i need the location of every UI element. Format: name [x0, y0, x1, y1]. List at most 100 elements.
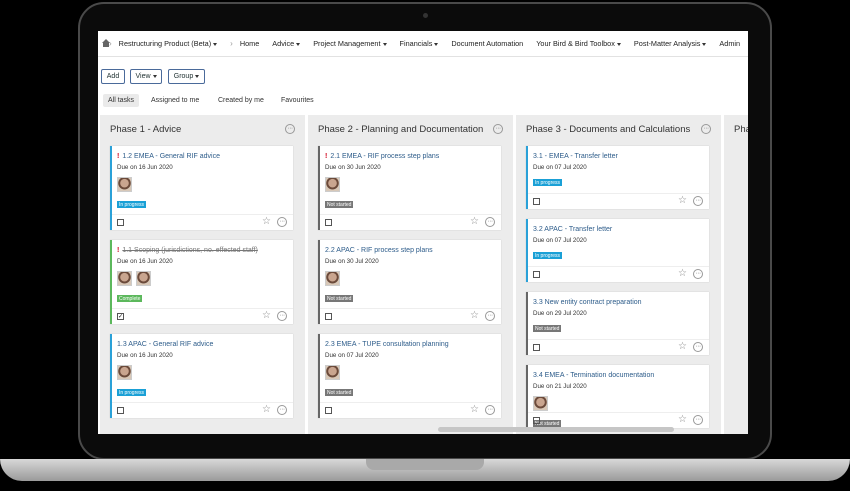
nav-item-advice[interactable]: Advice [272, 39, 301, 48]
column-title: Phase 3 - Documents and Calculations [526, 124, 691, 135]
task-title[interactable]: ! 2.1 EMEA - RIF process step plans [325, 153, 439, 160]
complete-checkbox[interactable] [533, 344, 540, 351]
view-button[interactable]: View [130, 69, 162, 84]
complete-checkbox[interactable] [533, 417, 540, 424]
task-card[interactable]: 3.3 New entity contract preparation Due o… [526, 292, 709, 355]
chevron-down-icon [152, 75, 157, 78]
tab-created-by-me[interactable]: Created by me [213, 94, 269, 107]
task-card[interactable]: ! 1.2 EMEA - General RIF advice Due on 16 … [110, 146, 293, 230]
star-icon[interactable]: ☆ [262, 310, 271, 322]
due-date: Due on 29 Jul 2020 [533, 310, 587, 317]
tab-assigned-to-me[interactable]: Assigned to me [146, 94, 204, 107]
star-icon[interactable]: ☆ [678, 414, 687, 426]
more-options-icon[interactable]: ··· [493, 124, 503, 134]
avatar[interactable] [325, 177, 340, 192]
task-title[interactable]: 3.2 APAC - Transfer letter [533, 226, 612, 233]
task-title-text: 1.2 EMEA - General RIF advice [122, 153, 220, 160]
more-options-icon[interactable]: ··· [693, 342, 703, 352]
avatar[interactable] [325, 271, 340, 286]
tab-favourites[interactable]: Favourites [276, 94, 319, 107]
task-card[interactable]: 3.2 APAC - Transfer letter Due on 07 Jul … [526, 219, 709, 282]
task-card[interactable]: ! 2.1 EMEA - RIF process step plans Due on… [318, 146, 501, 230]
star-icon[interactable]: ☆ [678, 268, 687, 280]
avatar[interactable] [533, 396, 548, 411]
star-icon[interactable]: ☆ [262, 404, 271, 416]
task-title[interactable]: ! 1.1 Scoping (jurisdictions, no. effecte… [117, 247, 258, 254]
task-title[interactable]: 2.2 APAC - RIF process step plans [325, 247, 433, 254]
horizontal-scrollbar[interactable] [438, 427, 674, 432]
star-icon[interactable]: ☆ [678, 341, 687, 353]
task-title[interactable]: 1.3 APAC - General RIF advice [117, 341, 213, 348]
nav-item-label: Project Management [313, 39, 381, 48]
task-title[interactable]: 3.1 - EMEA - Transfer letter [533, 153, 618, 160]
task-title[interactable]: 3.4 EMEA - Termination documentation [533, 372, 654, 379]
breadcrumb-product[interactable]: Restructuring Product (Beta) [119, 39, 218, 48]
task-title-text: 3.2 APAC - Transfer letter [533, 226, 613, 233]
complete-checkbox[interactable] [117, 407, 124, 414]
avatar[interactable] [117, 271, 132, 286]
due-date: Due on 07 Jul 2020 [533, 237, 587, 244]
nav-item-financials[interactable]: Financials [400, 39, 439, 48]
add-button[interactable]: Add [101, 69, 125, 84]
more-options-icon[interactable]: ··· [485, 311, 495, 321]
task-title[interactable]: 3.3 New entity contract preparation [533, 299, 642, 306]
more-options-icon[interactable]: ··· [277, 311, 287, 321]
complete-checkbox[interactable]: ✓ [117, 313, 124, 320]
avatar[interactable] [117, 177, 132, 192]
nav-item-project-management[interactable]: Project Management [313, 39, 387, 48]
task-card[interactable]: 3.4 EMEA - Termination documentation Due … [526, 365, 709, 428]
task-title-text: 1.1 Scoping (jurisdictions, no. effected… [122, 247, 258, 254]
card-footer: ☆ ··· [320, 214, 501, 230]
task-card[interactable]: 2.2 APAC - RIF process step plans Due on … [318, 240, 501, 324]
star-icon[interactable]: ☆ [470, 216, 479, 228]
card-footer: ☆ ··· [112, 402, 293, 418]
chevron-down-icon [213, 42, 218, 46]
status-badge: Not started [533, 325, 562, 332]
more-options-icon[interactable]: ··· [485, 217, 495, 227]
board-column: Phase 1 - Advice ···! 1.2 EMEA - General R… [100, 115, 305, 434]
more-options-icon[interactable]: ··· [693, 415, 703, 425]
nav-item-your-bird-bird-toolbox[interactable]: Your Bird & Bird Toolbox [536, 39, 621, 48]
more-options-icon[interactable]: ··· [285, 124, 295, 134]
avatar[interactable] [117, 365, 132, 380]
complete-checkbox[interactable] [325, 407, 332, 414]
task-title[interactable]: 2.3 EMEA - TUPE consultation planning [325, 341, 449, 348]
avatar[interactable] [136, 271, 151, 286]
assignees [117, 271, 151, 286]
card-footer: ☆ ··· [112, 214, 293, 230]
card-footer: ✓ ☆ ··· [112, 308, 293, 324]
task-card[interactable]: 1.3 APAC - General RIF advice Due on 16 J… [110, 334, 293, 418]
card-footer: ☆ ··· [528, 266, 709, 282]
urgent-icon: ! [117, 153, 120, 160]
complete-checkbox[interactable] [117, 219, 124, 226]
more-options-icon[interactable]: ··· [277, 217, 287, 227]
complete-checkbox[interactable] [325, 313, 332, 320]
complete-checkbox[interactable] [325, 219, 332, 226]
tab-all-tasks[interactable]: All tasks [103, 94, 140, 107]
nav-item-admin[interactable]: Admin [719, 39, 740, 48]
nav-menu: Home Advice Project Management Financials Do… [240, 39, 748, 48]
nav-item-document-automation[interactable]: Document Automation [451, 39, 523, 48]
group-button[interactable]: Group [168, 69, 205, 84]
task-title-text: 2.3 EMEA - TUPE consultation planning [325, 341, 449, 348]
task-card[interactable]: 3.1 - EMEA - Transfer letter Due on 07 Ju… [526, 146, 709, 209]
star-icon[interactable]: ☆ [262, 216, 271, 228]
more-options-icon[interactable]: ··· [701, 124, 711, 134]
more-options-icon[interactable]: ··· [485, 405, 495, 415]
nav-item-home[interactable]: Home [240, 39, 259, 48]
complete-checkbox[interactable] [533, 198, 540, 205]
task-card[interactable]: ! 1.1 Scoping (jurisdictions, no. effecte… [110, 240, 293, 324]
nav-item-label: Admin [719, 39, 741, 48]
task-card[interactable]: 2.3 EMEA - TUPE consultation planning Due… [318, 334, 501, 418]
more-options-icon[interactable]: ··· [693, 269, 703, 279]
star-icon[interactable]: ☆ [470, 404, 479, 416]
star-icon[interactable]: ☆ [470, 310, 479, 322]
nav-item-post-matter-analysis[interactable]: Post-Matter Analysis [634, 39, 707, 48]
task-title[interactable]: ! 1.2 EMEA - General RIF advice [117, 153, 220, 160]
more-options-icon[interactable]: ··· [693, 196, 703, 206]
urgent-icon: ! [325, 153, 328, 160]
more-options-icon[interactable]: ··· [277, 405, 287, 415]
avatar[interactable] [325, 365, 340, 380]
star-icon[interactable]: ☆ [678, 195, 687, 207]
complete-checkbox[interactable] [533, 271, 540, 278]
